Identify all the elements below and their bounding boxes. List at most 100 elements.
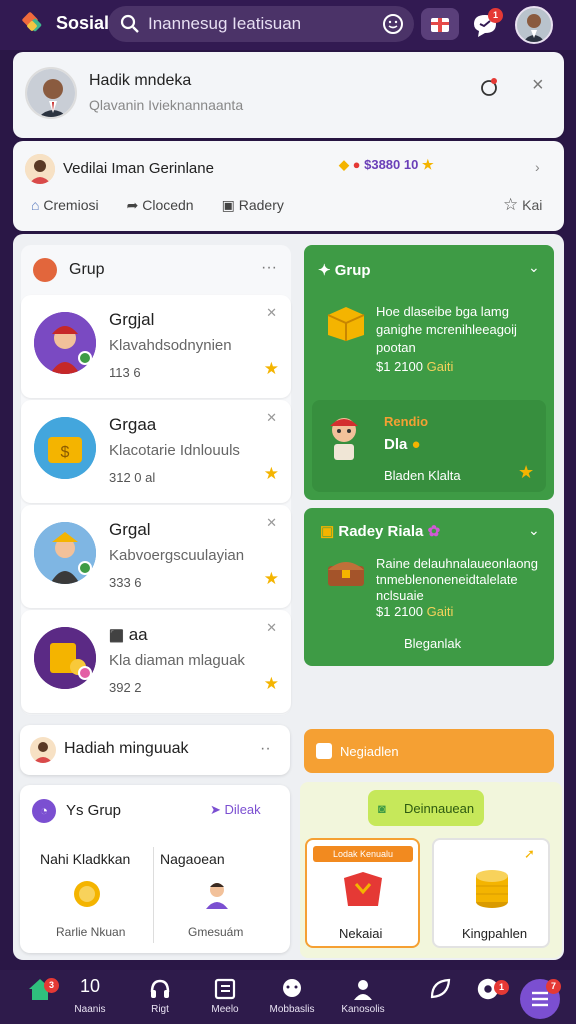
group-item[interactable]: Grgal Kabvoergscuulayian 333 6 ✕ ★: [21, 505, 291, 608]
tab-label: Meelo: [211, 1004, 239, 1015]
group-count: 312 0 al: [109, 470, 156, 485]
person-icon: [202, 879, 232, 914]
col1-sub: Rarlie Nkuan: [56, 925, 126, 939]
profile-avatar[interactable]: [25, 67, 77, 119]
ruby-icon: ●: [352, 157, 361, 172]
inner-title: Rendio: [384, 414, 429, 429]
group-panel: Grup ··· Grgjal Klavahdsodnynien 113 6 ✕…: [21, 245, 291, 715]
close-icon[interactable]: ✕: [266, 410, 277, 426]
hadiah-card[interactable]: Hadiah minguuak ··: [20, 725, 290, 775]
group-item[interactable]: $ Grgaa Klacotarie Idnlouuls 312 0 al ✕ …: [21, 400, 291, 503]
group-name: Grgaa: [109, 415, 157, 434]
reward-label: Nekaiai: [339, 926, 383, 941]
group-desc: Klavahdsodnynien: [109, 337, 232, 354]
emoji-icon[interactable]: [382, 13, 404, 40]
reward-card-chest[interactable]: Lodak Kenualu Nekaiai: [305, 838, 420, 948]
home-icon: ⌂: [31, 197, 40, 213]
gem-icon: ✿: [427, 523, 441, 540]
star-icon: ★: [421, 157, 434, 172]
group-desc: Klacotarie Idnlouuls: [109, 442, 240, 459]
card-icon: ▣: [221, 197, 235, 213]
reward-card-text: Raine delauhnalaueonlaong tnmeblenonenei…: [376, 556, 538, 603]
star-icon[interactable]: ★: [518, 462, 534, 483]
sparkle-icon: ✦: [318, 262, 331, 279]
orange-card[interactable]: Negiadlen: [304, 729, 554, 773]
notif-action-card[interactable]: ▣ Radery: [222, 197, 284, 214]
search-input[interactable]: Inannesug Ieatisuan: [108, 6, 414, 42]
group-name: ⬛ aa: [109, 625, 148, 644]
notif-avatar[interactable]: [25, 154, 55, 184]
tab-counter[interactable]: 10 Naanis: [60, 976, 120, 1015]
gift-button[interactable]: [421, 8, 459, 40]
tab-media[interactable]: Meelo: [195, 976, 255, 1015]
star-icon[interactable]: ★: [264, 464, 279, 484]
green-group-card[interactable]: ✦ Grup ⌄ Hoe dlaseibe bga lamg ganighe m…: [304, 245, 554, 500]
group-count: 392 2: [109, 680, 142, 695]
online-dot-icon: [78, 351, 92, 365]
tab-right[interactable]: Rigt: [130, 976, 190, 1015]
green-reward-card[interactable]: ▣ Radey Riala ✿ ⌄ Raine delauhnalaueonla…: [304, 508, 554, 666]
group-icon: ◔: [32, 799, 56, 823]
notif-title: Vedilai Iman Gerinlane: [63, 160, 214, 177]
close-icon[interactable]: ✕: [266, 305, 277, 321]
group-count: 113 6: [109, 365, 141, 380]
medal-icon: [72, 879, 102, 914]
col2-sub: Gmesuám: [188, 925, 244, 939]
tab-record[interactable]: 1: [458, 976, 518, 1004]
close-icon[interactable]: ×: [532, 74, 544, 97]
group-item[interactable]: ⬛ aa Kla diaman mlaguak 392 2 ✕ ★: [21, 610, 291, 713]
gold-box-icon: [324, 303, 368, 348]
online-dot-icon: [78, 561, 92, 575]
user-avatar[interactable]: [515, 6, 553, 44]
notif-score: ◆ ● $3880 10 ★: [339, 157, 434, 173]
arrow-icon: ➚: [524, 846, 535, 861]
notif-action-home[interactable]: ⌂ Cremiosi: [31, 197, 99, 214]
rewards-button[interactable]: ◙ Deinnauean: [368, 790, 484, 826]
search-icon: [120, 14, 140, 39]
close-icon[interactable]: ✕: [266, 620, 277, 636]
notification-bell-icon[interactable]: [479, 76, 501, 103]
star-outline-icon: ☆: [503, 195, 519, 214]
tab-mobile[interactable]: Mobbaslis: [262, 976, 322, 1015]
coin-icon: ◆: [339, 157, 349, 172]
reward-card-coins[interactable]: ➚ Kingpahlen: [432, 838, 550, 948]
red-gift-icon: [340, 870, 386, 915]
tab-badge: 7: [546, 979, 561, 994]
group-name: Grgal: [109, 520, 151, 539]
star-icon[interactable]: ★: [264, 569, 279, 589]
status-dot-icon: [78, 666, 92, 680]
chevron-down-icon[interactable]: ⌄: [528, 259, 540, 276]
person-icon: [354, 980, 372, 1000]
chevron-right-icon[interactable]: ›: [535, 159, 540, 175]
reward-card-footer[interactable]: Bleganlak: [404, 636, 461, 651]
notif-action-share[interactable]: ➦ Clocedn: [127, 197, 194, 214]
tab-label: Mobbaslis: [269, 1004, 315, 1015]
more-options-icon[interactable]: ··: [260, 740, 271, 758]
arrow-icon: ➤: [210, 802, 221, 817]
reward-label: Kingpahlen: [462, 926, 528, 941]
headset-icon: [150, 979, 170, 998]
app-logo-icon[interactable]: [20, 10, 46, 36]
chevron-down-icon[interactable]: ⌄: [528, 522, 540, 539]
svg-text:$: $: [61, 444, 70, 461]
ys-group-card: ◔ Ys Grup ➤ Dileak Nahi Kladkkan Rarlie …: [20, 785, 290, 953]
group-desc: Kla diaman mlaguak: [109, 652, 245, 669]
ys-group-link[interactable]: ➤ Dileak: [210, 802, 261, 818]
tab-badge: 3: [44, 978, 59, 993]
inner-label: Dla ●: [384, 436, 421, 453]
group-item[interactable]: Grgjal Klavahdsodnynien 113 6 ✕ ★: [21, 295, 291, 398]
menu-button[interactable]: 7: [520, 979, 561, 1019]
star-icon[interactable]: ★: [264, 674, 279, 694]
green-card-price: $1 2100 Gaiti: [376, 359, 454, 374]
tab-console[interactable]: Kanosolis: [333, 976, 393, 1015]
divider: [153, 847, 154, 943]
star-icon[interactable]: ★: [264, 359, 279, 379]
close-icon[interactable]: ✕: [266, 515, 277, 531]
character-icon: [324, 414, 364, 469]
coin-icon: ●: [411, 436, 421, 453]
share-icon: ➦: [126, 197, 139, 213]
flag-icon: [316, 743, 332, 759]
favorite-button[interactable]: ☆ Kai: [503, 195, 542, 215]
more-options-icon[interactable]: ···: [261, 259, 277, 277]
chat-button[interactable]: 1: [470, 8, 504, 40]
